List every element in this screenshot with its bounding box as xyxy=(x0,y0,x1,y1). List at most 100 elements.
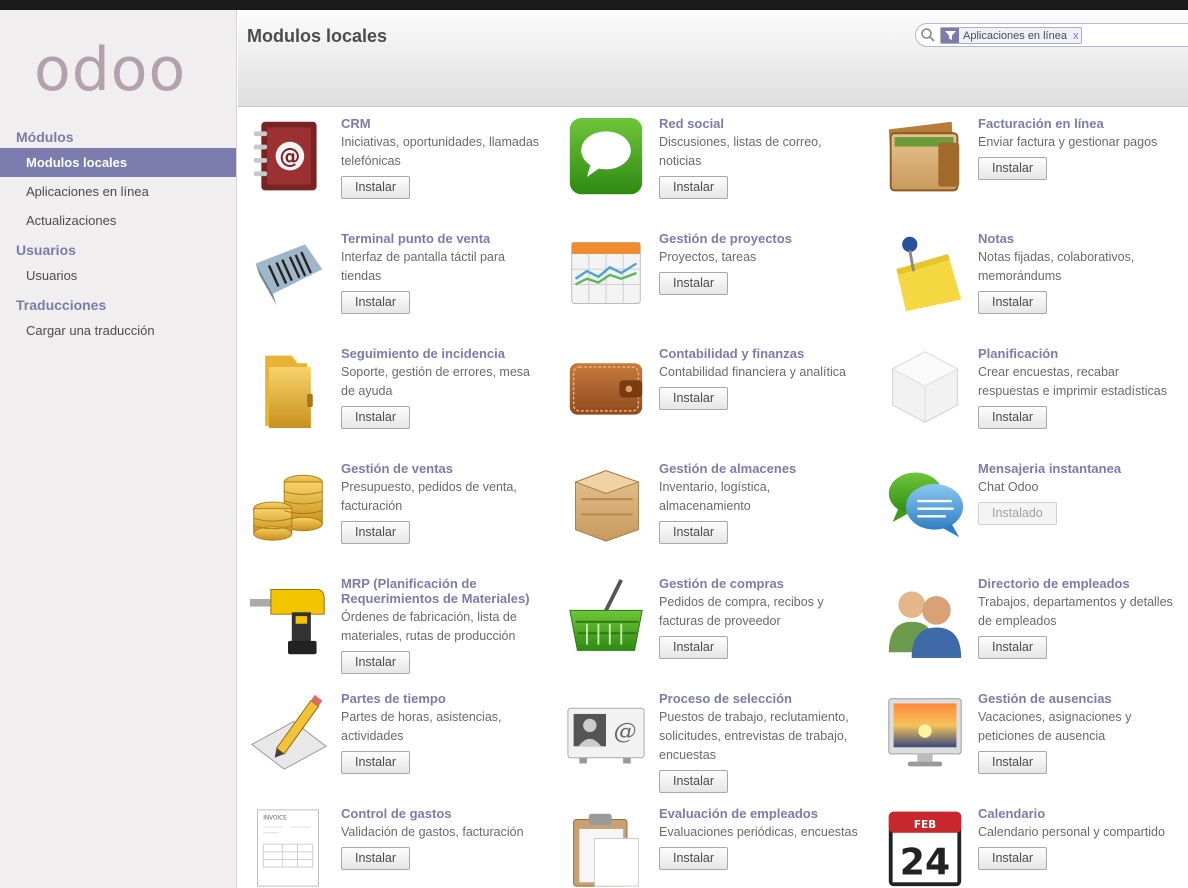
module-card-calendario[interactable]: FEB 24 Calendario Calendario personal y com… xyxy=(875,798,1185,888)
module-card-crm[interactable]: @ CRM Iniciativas, oportunidades, llamadas… xyxy=(238,108,548,218)
install-button[interactable]: Instalar xyxy=(978,157,1047,180)
install-button[interactable]: Instalar xyxy=(341,406,410,429)
module-info: Directorio de empleados Trabajos, departa… xyxy=(978,576,1183,659)
page-title: Modulos locales xyxy=(247,26,388,46)
module-name[interactable]: Red social xyxy=(659,116,864,131)
install-button[interactable]: Instalar xyxy=(341,651,410,674)
module-card-control-de-gastos[interactable]: INVOICE Control de gastos Validación de ga… xyxy=(238,798,548,888)
install-button[interactable]: Instalar xyxy=(978,636,1047,659)
search-facet[interactable]: Aplicaciones en línea x xyxy=(940,27,1083,44)
barcode-scanner-icon xyxy=(255,244,323,306)
wallet-open-icon xyxy=(888,121,960,192)
sidebar-item-actualizaciones[interactable]: Actualizaciones xyxy=(0,206,236,235)
install-button[interactable]: Instalar xyxy=(659,387,728,410)
svg-text:INVOICE: INVOICE xyxy=(263,815,287,821)
module-description: Chat Odoo xyxy=(978,480,1039,494)
module-card-partes-de-tiempo[interactable]: Partes de tiempo Partes de horas, asisten… xyxy=(238,683,548,793)
sidebar-item-modulos-locales[interactable]: Modulos locales xyxy=(0,148,236,177)
module-name[interactable]: Gestión de almacenes xyxy=(659,461,864,476)
module-info: Red social Discusiones, listas de correo,… xyxy=(659,116,864,199)
module-description: Evaluaciones periódicas, encuestas xyxy=(659,825,858,839)
module-name[interactable]: Notas xyxy=(978,231,1183,246)
sidebar-item-cargar-traduccion[interactable]: Cargar una traducción xyxy=(0,316,236,345)
module-name[interactable]: Gestión de ventas xyxy=(341,461,546,476)
module-name[interactable]: Evaluación de empleados xyxy=(659,806,864,821)
module-card-gestion-de-almacenes[interactable]: Gestión de almacenes Inventario, logístic… xyxy=(556,453,866,563)
install-button[interactable]: Instalar xyxy=(659,847,728,870)
module-name[interactable]: Directorio de empleados xyxy=(978,576,1183,591)
module-card-directorio-de-empleados[interactable]: Directorio de empleados Trabajos, departa… xyxy=(875,568,1185,678)
module-card-red-social[interactable]: Red social Discusiones, listas de correo,… xyxy=(556,108,866,218)
module-name[interactable]: Contabilidad y finanzas xyxy=(659,346,864,361)
module-card-seguimiento-de-incidencia[interactable]: Seguimiento de incidencia Soporte, gestió… xyxy=(238,338,548,448)
section-traducciones[interactable]: Traducciones xyxy=(0,294,236,316)
module-info: Mensajeria instantanea Chat Odoo Instalado xyxy=(978,461,1183,525)
section-usuarios[interactable]: Usuarios xyxy=(0,239,236,261)
cube-icon xyxy=(891,351,959,423)
install-button[interactable]: Instalar xyxy=(978,847,1047,870)
module-name[interactable]: Seguimiento de incidencia xyxy=(341,346,546,361)
module-name[interactable]: Gestión de proyectos xyxy=(659,231,864,246)
module-name[interactable]: Gestión de compras xyxy=(659,576,864,591)
module-description: Órdenes de fabricación, lista de materia… xyxy=(341,610,517,643)
module-card-facturacion-en-linea[interactable]: Facturación en línea Enviar factura y ges… xyxy=(875,108,1185,218)
search-icon[interactable] xyxy=(920,27,936,43)
sidebar-item-aplicaciones-en-linea[interactable]: Aplicaciones en línea xyxy=(0,177,236,206)
module-name[interactable]: Planificación xyxy=(978,346,1183,361)
install-button[interactable]: Instalar xyxy=(659,176,728,199)
module-info: Gestión de proyectos Proyectos, tareas Ins… xyxy=(659,231,864,295)
install-button[interactable]: Instalar xyxy=(341,176,410,199)
install-button[interactable]: Instalar xyxy=(978,291,1047,314)
sidebar-item-usuarios[interactable]: Usuarios xyxy=(0,261,236,290)
module-name[interactable]: Mensajeria instantanea xyxy=(978,461,1183,476)
install-button[interactable]: Instalar xyxy=(978,406,1047,429)
svg-text:FEB: FEB xyxy=(914,819,936,831)
module-name[interactable]: Terminal punto de venta xyxy=(341,231,546,246)
search-box[interactable]: Aplicaciones en línea x xyxy=(915,23,1188,47)
module-name[interactable]: Proceso de selección xyxy=(659,691,864,706)
odoo-logo[interactable]: odoo xyxy=(34,40,186,100)
wallet-icon xyxy=(569,363,643,415)
install-button[interactable]: Instalar xyxy=(659,636,728,659)
module-name[interactable]: MRP (Planificación de Requerimientos de … xyxy=(341,576,546,606)
module-info: Seguimiento de incidencia Soporte, gestió… xyxy=(341,346,546,429)
module-card-proceso-de-seleccion[interactable]: @ Proceso de selección Puestos de trabajo,… xyxy=(556,683,866,793)
module-card-gestion-de-proyectos[interactable]: Gestión de proyectos Proyectos, tareas Ins… xyxy=(556,223,866,333)
facet-remove-button[interactable]: x xyxy=(1073,30,1082,42)
module-card-gestion-de-ausencias[interactable]: Gestión de ausencias Vacaciones, asignaci… xyxy=(875,683,1185,793)
module-card-notas[interactable]: Notas Notas fijadas, colaborativos, memor… xyxy=(875,223,1185,333)
module-description: Enviar factura y gestionar pagos xyxy=(978,135,1158,149)
facet-value: Aplicaciones en línea xyxy=(963,29,1067,42)
svg-text:@: @ xyxy=(614,719,637,745)
svg-text:@: @ xyxy=(279,145,300,169)
module-card-gestion-de-compras[interactable]: Gestión de compras Pedidos de compra, rec… xyxy=(556,568,866,678)
invoice-icon: INVOICE xyxy=(257,809,319,887)
module-card-planificacion[interactable]: Planificación Crear encuestas, recabar re… xyxy=(875,338,1185,448)
module-card-gestion-de-ventas[interactable]: Gestión de ventas Presupuesto, pedidos de… xyxy=(238,453,548,563)
module-card-contabilidad-y-finanzas[interactable]: Contabilidad y finanzas Contabilidad fina… xyxy=(556,338,866,448)
module-card-terminal-punto-de-venta[interactable]: Terminal punto de venta Interfaz de panta… xyxy=(238,223,548,333)
install-button[interactable]: Instalar xyxy=(341,751,410,774)
module-card-evaluacion-de-empleados[interactable]: Evaluación de empleados Evaluaciones peri… xyxy=(556,798,866,888)
module-name[interactable]: Calendario xyxy=(978,806,1183,821)
module-name[interactable]: Gestión de ausencias xyxy=(978,691,1183,706)
section-modulos[interactable]: Módulos xyxy=(0,126,236,148)
install-button[interactable]: Instalar xyxy=(341,291,410,314)
install-button[interactable]: Instalar xyxy=(978,751,1047,774)
people-icon xyxy=(888,591,962,658)
install-button[interactable]: Instalar xyxy=(341,847,410,870)
install-button[interactable]: Instalar xyxy=(341,521,410,544)
module-name[interactable]: Control de gastos xyxy=(341,806,546,821)
install-button[interactable]: Instalar xyxy=(659,521,728,544)
install-button[interactable]: Instalar xyxy=(659,272,728,295)
module-name[interactable]: Partes de tiempo xyxy=(341,691,546,706)
calendar-icon: FEB 24 xyxy=(888,811,962,887)
module-info: Partes de tiempo Partes de horas, asisten… xyxy=(341,691,546,774)
module-card-mensajeria-instantanea[interactable]: Mensajeria instantanea Chat Odoo Instalado xyxy=(875,453,1185,563)
module-name[interactable]: Facturación en línea xyxy=(978,116,1183,131)
svg-text:24: 24 xyxy=(900,841,950,884)
calendar-chart-icon xyxy=(571,242,641,304)
install-button[interactable]: Instalar xyxy=(659,770,728,793)
module-card-mrp-planificacion-de-requerimientos-de-materiales[interactable]: MRP (Planificación de Requerimientos de … xyxy=(238,568,548,678)
module-name[interactable]: CRM xyxy=(341,116,546,131)
